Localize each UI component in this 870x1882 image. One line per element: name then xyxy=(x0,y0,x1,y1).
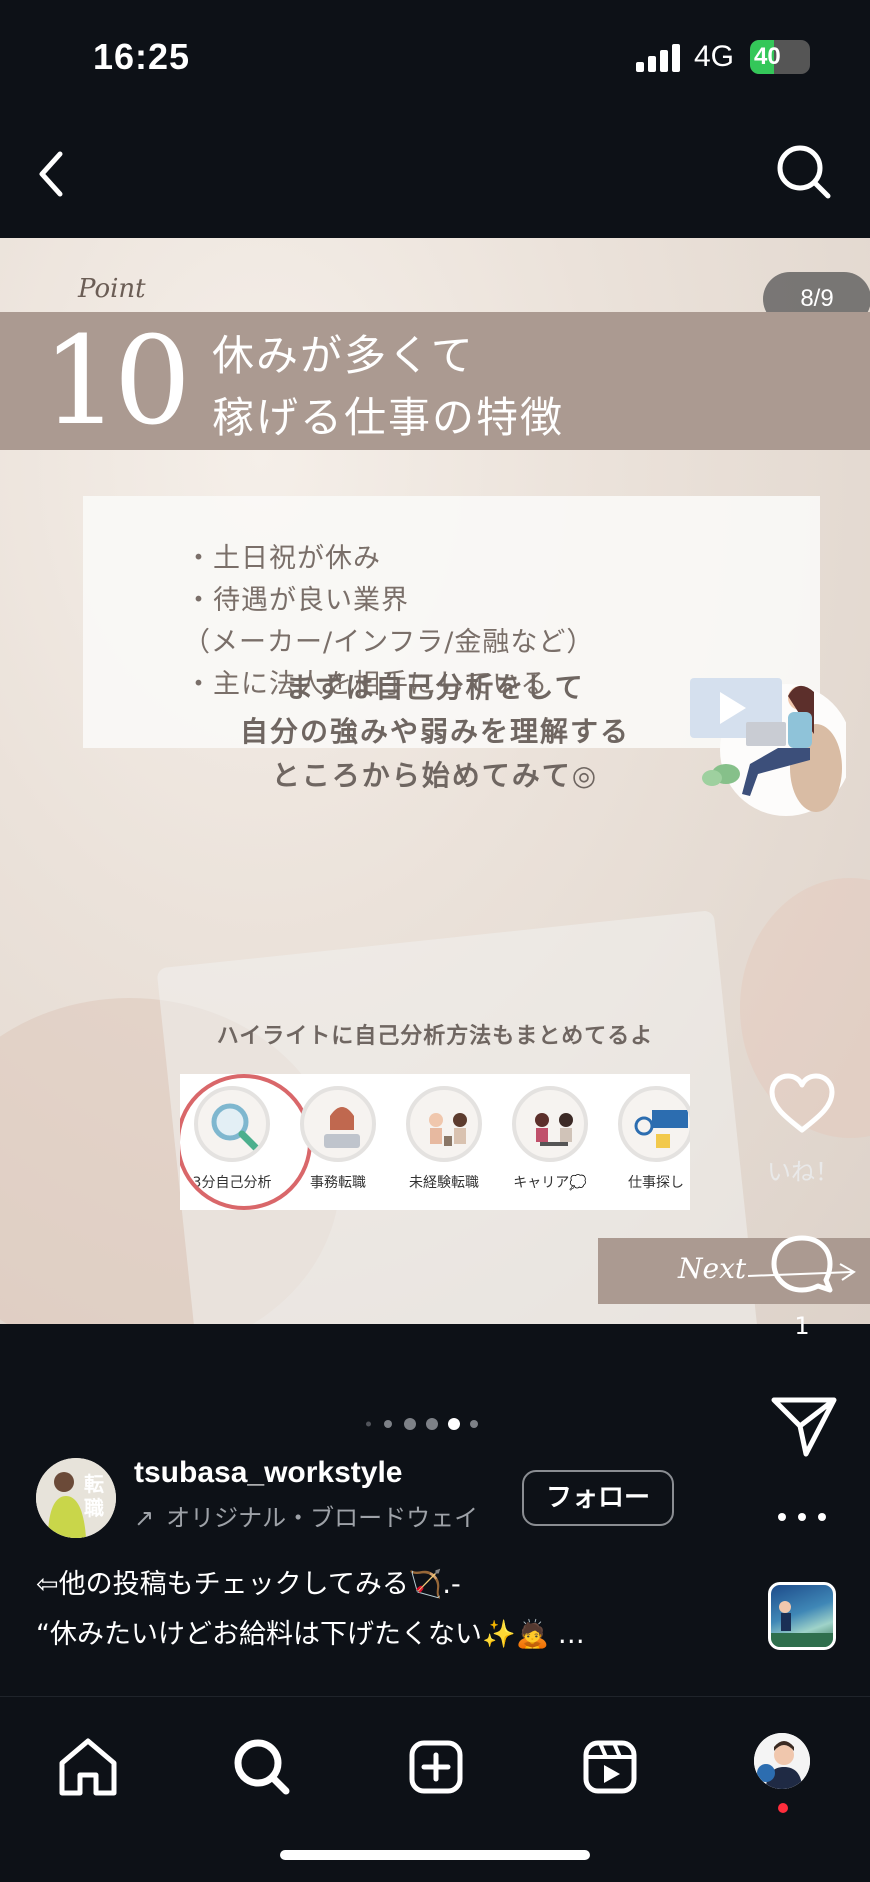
network-type: 4G xyxy=(694,40,735,73)
signal-icon xyxy=(636,44,680,72)
message-line: ところから始めてみて◎ xyxy=(271,759,599,792)
top-nav xyxy=(0,110,870,238)
caption-line[interactable]: “休みたいけどお給料は下げたくない✨🙇 … xyxy=(36,1612,585,1651)
author-username[interactable]: tsubasa_workstyle xyxy=(134,1456,402,1490)
battery-level: 40 xyxy=(754,43,781,70)
job-search-icon xyxy=(618,1086,690,1162)
follow-button[interactable]: フォロー xyxy=(522,1470,674,1526)
create-icon xyxy=(409,1740,463,1794)
battery-icon: 40 xyxy=(750,40,810,74)
carousel-dot xyxy=(470,1420,478,1428)
office-worker-icon xyxy=(300,1086,376,1162)
highlights-strip: 3分自己分析 事務転職 未経験転職 キャリア💭 仕事探し xyxy=(180,1074,690,1210)
highlight-label: 未経験転職 xyxy=(409,1175,479,1191)
avatar-text: 転職 xyxy=(84,1472,104,1520)
tab-profile[interactable] xyxy=(742,1727,822,1813)
comment-button[interactable] xyxy=(764,1228,840,1304)
carousel-dot-active xyxy=(448,1418,460,1430)
like-label: いね！ xyxy=(767,1158,839,1186)
audio-title: オリジナル・ブロードウェイ xyxy=(166,1504,479,1532)
comment-icon xyxy=(771,1235,833,1293)
highlight-item: 事務転職 xyxy=(288,1086,388,1192)
message-line: まずは自己分析をして xyxy=(285,671,585,704)
trending-arrow-icon: ↗ xyxy=(134,1504,155,1532)
status-time: 16:25 xyxy=(93,36,191,77)
highlight-note: ハイライトに自己分析方法もまとめてるよ xyxy=(216,1024,654,1049)
tab-reels[interactable] xyxy=(570,1727,650,1807)
like-button[interactable] xyxy=(764,1068,840,1144)
home-indicator xyxy=(280,1850,590,1860)
search-icon xyxy=(234,1739,290,1795)
highlight-label: 事務転職 xyxy=(310,1175,366,1191)
magnifier-icon xyxy=(194,1086,270,1162)
highlight-item: キャリア💭 xyxy=(500,1086,600,1192)
profile-avatar xyxy=(754,1733,810,1789)
carousel-dot xyxy=(404,1418,416,1430)
highlight-label: キャリア💭 xyxy=(513,1175,587,1191)
heart-icon xyxy=(769,1073,835,1133)
audio-cover-icon xyxy=(771,1601,833,1647)
career-icon xyxy=(512,1086,588,1162)
title-line: 休みが多くて xyxy=(212,331,475,380)
audio-attribution[interactable]: ↗ オリジナル・ブロードウェイ xyxy=(134,1498,494,1538)
comment-count: 1 xyxy=(794,1312,810,1340)
carousel-dot xyxy=(426,1418,438,1430)
notification-dot xyxy=(778,1803,788,1813)
caption-line[interactable]: ⇦他の投稿もチェックしてみる🏹.- xyxy=(36,1562,461,1601)
more-button[interactable] xyxy=(772,1502,832,1532)
highlight-label: 仕事探し xyxy=(628,1175,684,1191)
highlight-item: 仕事探し xyxy=(606,1086,690,1192)
point-label: Point xyxy=(78,274,146,304)
message-line: 自分の強みや弱みを理解する xyxy=(239,715,630,748)
home-icon xyxy=(59,1738,117,1796)
audio-thumbnail[interactable] xyxy=(768,1582,836,1650)
carousel-indicator xyxy=(360,1412,500,1436)
title-band: 10 休みが多くて 稼げる仕事の特徴 xyxy=(0,312,870,450)
tab-search[interactable] xyxy=(222,1727,302,1807)
highlight-item: 3分自己分析 xyxy=(180,1074,312,1210)
title-line: 稼げる仕事の特徴 xyxy=(212,393,565,442)
highlight-item: 未経験転職 xyxy=(394,1086,494,1192)
reels-icon xyxy=(583,1740,637,1794)
carousel-dot xyxy=(366,1421,371,1427)
tab-create[interactable] xyxy=(396,1727,476,1807)
meeting-icon xyxy=(406,1086,482,1162)
more-icon xyxy=(778,1513,826,1521)
back-icon xyxy=(39,151,63,197)
share-icon xyxy=(771,1397,837,1457)
info-line: ・待遇が良い業界 xyxy=(185,585,409,616)
tab-home[interactable] xyxy=(48,1727,128,1807)
search-button[interactable] xyxy=(766,130,846,210)
info-line: （メーカー/インフラ/金融など） xyxy=(183,627,595,658)
info-line: ・土日祝が休み xyxy=(185,543,381,574)
next-label: Next xyxy=(678,1252,747,1285)
status-bar: 16:25 4G 40 xyxy=(0,0,870,110)
search-icon xyxy=(777,145,831,199)
carousel-dot xyxy=(384,1420,392,1428)
author-avatar[interactable]: 転職 xyxy=(36,1458,116,1538)
point-number: 10 xyxy=(42,310,191,452)
share-button[interactable] xyxy=(766,1390,842,1460)
back-button[interactable] xyxy=(30,130,100,210)
